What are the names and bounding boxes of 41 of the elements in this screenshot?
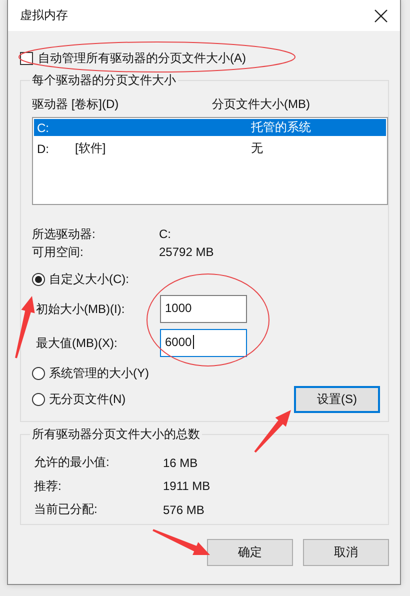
info-value: C: [159, 227, 171, 241]
drive-row[interactable]: D: [软件] 无 [34, 140, 386, 157]
column-header: 分页文件大小(MB) [212, 96, 310, 113]
column-header: 驱动器 [卷标](D) [32, 96, 120, 113]
radio-label[interactable]: 系统管理的大小(Y) [49, 364, 149, 382]
radio-button[interactable] [32, 272, 45, 286]
page-file-size: 无 [251, 140, 263, 157]
total-value: 16 MB [163, 456, 198, 470]
info-value: 25792 MB [159, 245, 214, 259]
group-title: 所有驱动器分页文件大小的总数 [31, 426, 201, 443]
set-button[interactable]: 设置(S) [294, 386, 380, 413]
radio-button[interactable] [32, 366, 45, 380]
volume-label: [软件] [75, 141, 106, 155]
drive-letter: D: [37, 142, 50, 156]
annotation-arrow [15, 296, 35, 358]
radio-label[interactable]: 自定义大小(C): [49, 270, 129, 288]
group-title: 每个驱动器的分页文件大小 [31, 72, 177, 89]
radio-label[interactable]: 无分页文件(N) [49, 390, 126, 408]
total-value: 1911 MB [163, 479, 210, 494]
drive-row[interactable]: C: 托管的系统 [34, 119, 386, 136]
drive-letter: C: [37, 120, 50, 134]
info-label: 所选驱动器: [32, 226, 96, 242]
total-label: 推荐: [33, 478, 62, 495]
field-label: 最大值(MB)(X): [35, 334, 118, 352]
input-field[interactable]: 6000 [160, 329, 247, 357]
window-title: 虚拟内存 [20, 7, 68, 24]
annotation-arrow [152, 529, 210, 555]
field-label: 初始大小(MB)(I): [35, 300, 126, 318]
annotation-arrow [254, 410, 291, 453]
ok-button[interactable]: 确定 [207, 539, 293, 566]
radio-button[interactable] [32, 392, 45, 406]
total-value: 576 MB [163, 502, 204, 517]
total-label: 当前已分配: [33, 501, 98, 518]
total-label: 允许的最小值: [33, 454, 110, 472]
drive-list[interactable]: C: 托管的系统 D: [软件] 无 [32, 117, 388, 205]
input-field[interactable]: 1000 [160, 295, 247, 323]
cancel-button[interactable]: 取消 [303, 539, 389, 566]
page-file-size: 托管的系统 [251, 119, 311, 136]
checkbox-label[interactable]: 自动管理所有驱动器的分页文件大小(A) [38, 50, 246, 66]
close-icon[interactable] [374, 8, 388, 22]
info-label: 可用空间: [32, 244, 84, 260]
